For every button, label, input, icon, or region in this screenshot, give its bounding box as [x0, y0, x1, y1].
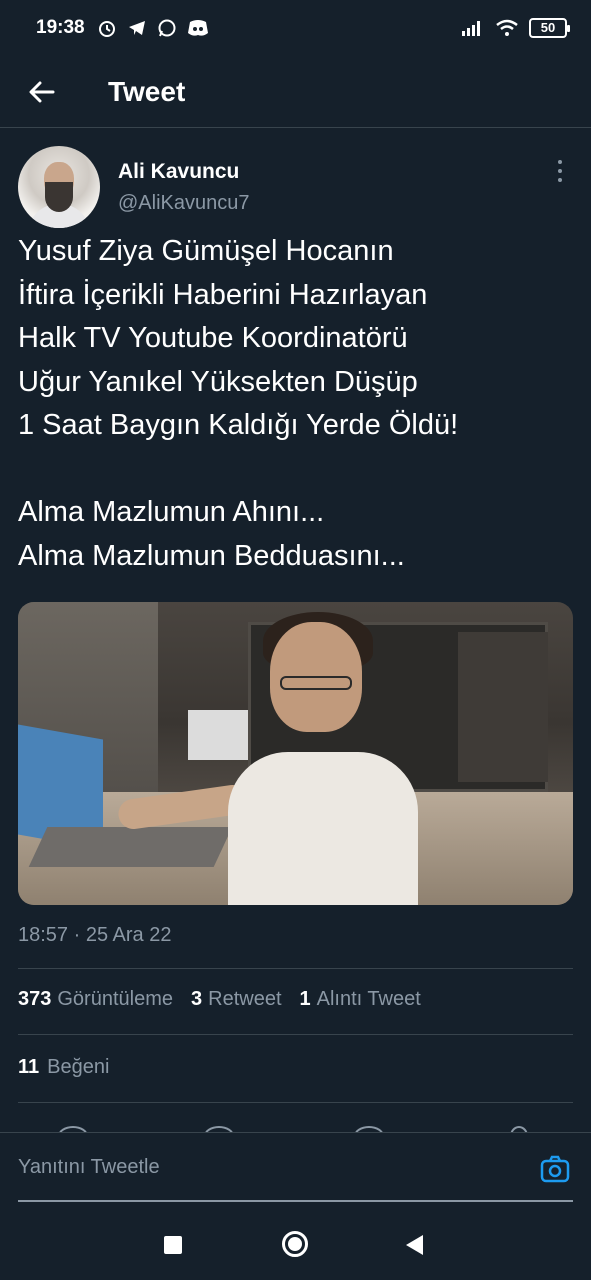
author-handle[interactable]: @AliKavuncu7 — [118, 192, 249, 215]
arrow-left-icon — [29, 81, 55, 102]
quotes-stat[interactable]: 1 Alıntı Tweet — [300, 988, 421, 1011]
more-options-icon[interactable] — [555, 160, 565, 182]
author-name[interactable]: Ali Kavuncu — [118, 160, 249, 184]
retweets-count: 3 — [191, 988, 203, 1010]
status-left-icons — [97, 18, 209, 38]
whatsapp-icon — [158, 19, 176, 37]
status-time: 19:38 — [36, 17, 85, 38]
quotes-count: 1 — [299, 988, 311, 1010]
reply-underline — [18, 1200, 573, 1202]
likes-stat[interactable]: 11 Beğeni — [18, 1056, 109, 1079]
camera-button[interactable] — [539, 1153, 571, 1185]
tweet-author: Ali Kavuncu @AliKavuncu7 — [18, 146, 573, 228]
status-bar: 19:38 50 — [0, 0, 591, 56]
reply-bar — [0, 1132, 591, 1206]
system-nav-bar — [0, 1206, 591, 1280]
system-back-button[interactable] — [406, 1235, 423, 1255]
page-title: Tweet — [108, 75, 186, 107]
quotes-label: Alıntı Tweet — [316, 988, 421, 1010]
avatar[interactable] — [18, 146, 100, 228]
alarm-icon — [98, 21, 115, 37]
divider — [18, 1034, 573, 1035]
views-stat[interactable]: 373 Görüntüleme — [18, 988, 173, 1011]
home-button[interactable] — [282, 1231, 308, 1257]
author-names: Ali Kavuncu @AliKavuncu7 — [118, 160, 249, 215]
telegram-icon — [128, 21, 145, 35]
wifi-icon — [496, 19, 518, 36]
tweet-photo[interactable] — [18, 602, 573, 905]
reply-input[interactable] — [18, 1145, 528, 1189]
divider — [18, 1102, 573, 1103]
divider — [18, 968, 573, 969]
likes-label: Beğeni — [47, 1056, 110, 1078]
tweet-actions-bar — [0, 1118, 591, 1132]
tweet-stats: 373 Görüntüleme 3 Retweet 1 Alıntı Tweet — [18, 988, 421, 1011]
app-header: Tweet — [0, 56, 591, 128]
battery-indicator: 50 — [529, 18, 570, 38]
retweets-label: Retweet — [208, 988, 282, 1010]
tweet-text: Yusuf Ziya Gümüşel Hocanın İftira İçerik… — [18, 235, 459, 572]
signal-icon — [462, 21, 480, 36]
views-label: Görüntüleme — [57, 988, 173, 1010]
camera-icon — [540, 1155, 570, 1183]
recent-apps-button[interactable] — [164, 1236, 182, 1254]
discord-icon — [187, 20, 208, 36]
retweets-stat[interactable]: 3 Retweet — [191, 988, 282, 1011]
status-right-icons: 50 — [461, 18, 570, 38]
tweet-timestamp[interactable]: 18:57 · 25 Ara 22 — [18, 924, 171, 947]
views-count: 373 — [18, 988, 52, 1010]
back-button[interactable] — [20, 70, 64, 114]
likes-count: 11 — [18, 1056, 40, 1078]
